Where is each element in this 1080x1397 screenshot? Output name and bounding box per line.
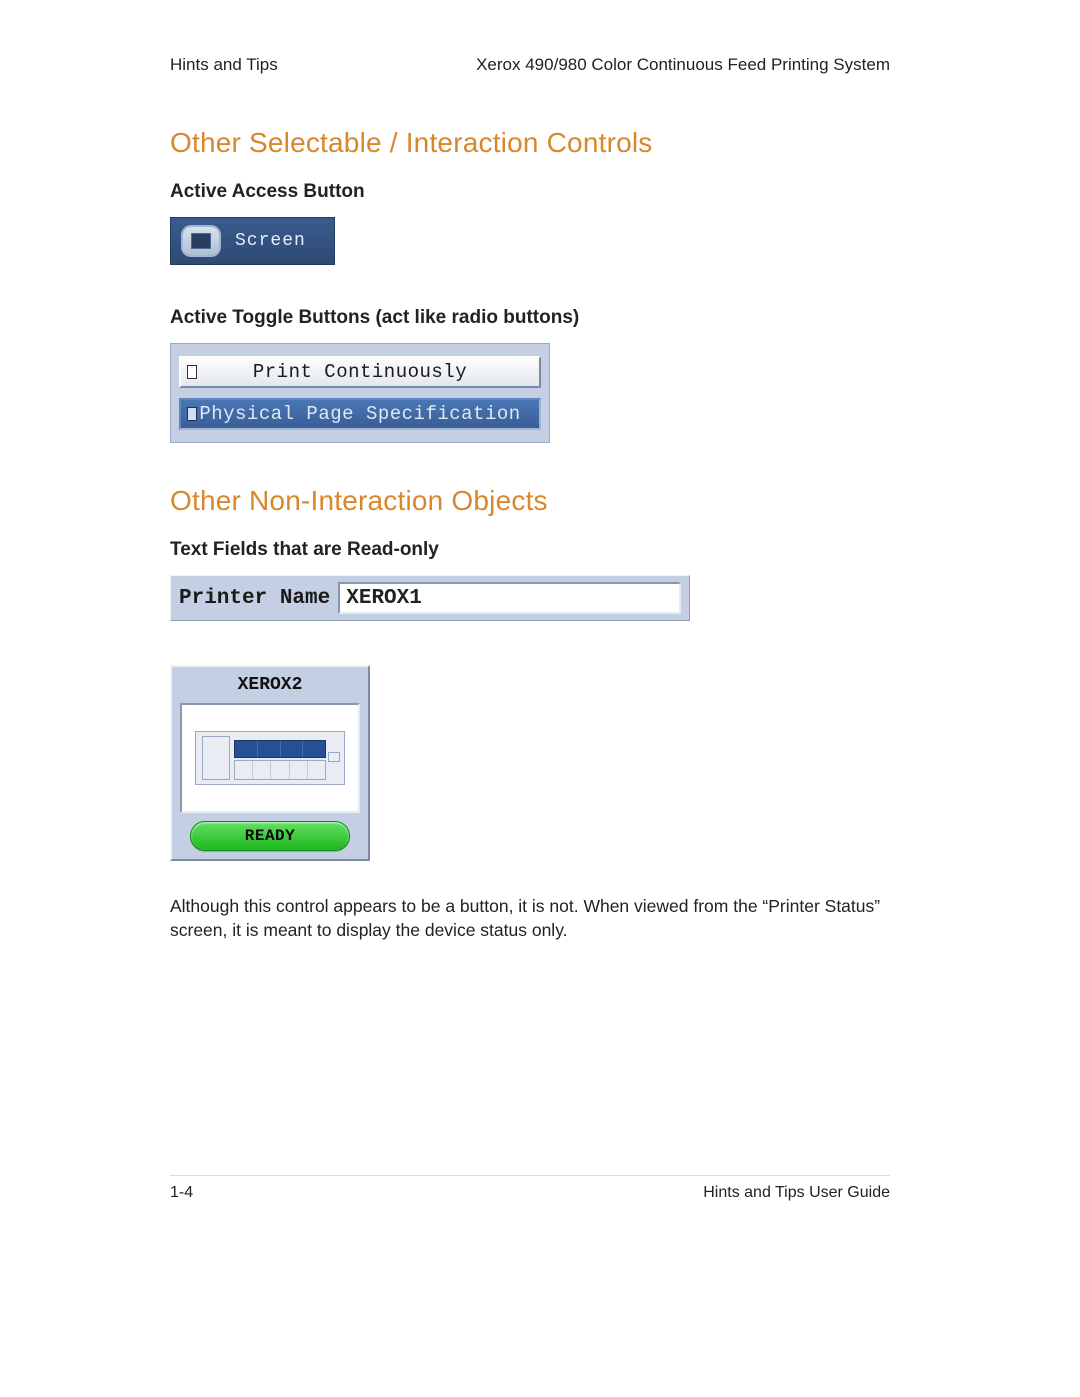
status-badge: READY bbox=[190, 821, 350, 851]
subheading-toggle-buttons: Active Toggle Buttons (act like radio bu… bbox=[170, 307, 890, 329]
toggle-physical-page-spec[interactable]: Physical Page Specification bbox=[179, 398, 541, 430]
device-name: XEROX2 bbox=[238, 675, 303, 695]
section-title-noninteract: Other Non-Interaction Objects bbox=[170, 485, 890, 517]
active-access-button[interactable]: Screen bbox=[170, 217, 335, 265]
running-head-left: Hints and Tips bbox=[170, 55, 278, 75]
toggle-print-continuously[interactable]: Print Continuously bbox=[179, 356, 541, 388]
readonly-field-value: XEROX1 bbox=[338, 582, 681, 614]
subheading-access-button: Active Access Button bbox=[170, 181, 890, 203]
readonly-field-row: Printer Name XEROX1 bbox=[170, 575, 690, 621]
toggle-label: Physical Page Specification bbox=[199, 403, 520, 425]
access-button-label: Screen bbox=[235, 231, 306, 251]
device-illustration bbox=[180, 703, 360, 813]
printer-icon bbox=[195, 731, 345, 785]
section-title-selectable: Other Selectable / Interaction Controls bbox=[170, 127, 890, 159]
readonly-field-label: Printer Name bbox=[179, 587, 330, 610]
subheading-readonly-fields: Text Fields that are Read-only bbox=[170, 539, 890, 561]
screen-icon bbox=[181, 225, 221, 257]
book-title-footer: Hints and Tips User Guide bbox=[703, 1184, 890, 1202]
explanatory-note: Although this control appears to be a bu… bbox=[170, 895, 890, 942]
status-text: READY bbox=[245, 827, 296, 845]
page-number: 1-4 bbox=[170, 1184, 193, 1202]
toggle-button-group: Print Continuously Physical Page Specifi… bbox=[170, 343, 550, 443]
toggle-label: Print Continuously bbox=[253, 361, 467, 383]
toggle-indicator-icon bbox=[187, 407, 197, 421]
running-head-right: Xerox 490/980 Color Continuous Feed Prin… bbox=[476, 55, 890, 75]
toggle-indicator-icon bbox=[187, 365, 197, 379]
printer-status-card: XEROX2 READY bbox=[170, 665, 370, 861]
